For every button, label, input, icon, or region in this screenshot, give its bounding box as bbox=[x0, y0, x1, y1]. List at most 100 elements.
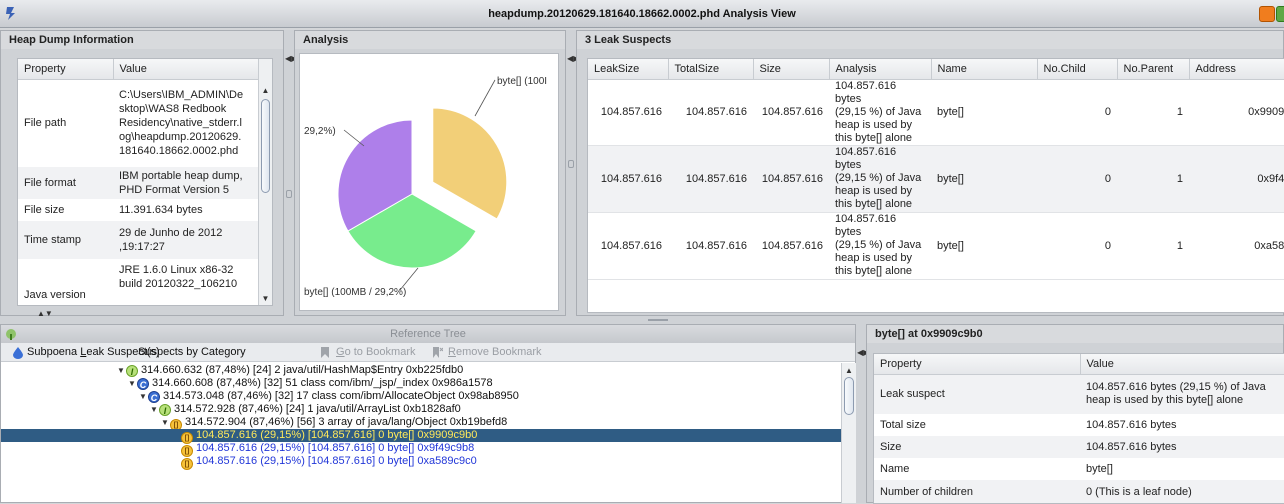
value-line: Residency\native_stderr.l bbox=[119, 117, 242, 130]
table-row[interactable]: Name byte[] bbox=[874, 458, 1284, 480]
expanded-arrow-icon[interactable]: ▼ bbox=[117, 364, 126, 377]
table-row[interactable]: Time stamp 29 de Junho de 2012 ,19:17:27 bbox=[18, 221, 272, 259]
table-row[interactable]: 104.857.616 104.857.616 104.857.616 104.857… bbox=[588, 212, 1284, 279]
table-row[interactable]: File size 11.391.634 bytes bbox=[18, 199, 272, 221]
pie-label-leader bbox=[474, 79, 496, 117]
scroll-up-icon[interactable]: ▲ bbox=[842, 365, 856, 377]
leak-size-cell: 104.857.616 bbox=[600, 172, 662, 185]
tree-node[interactable]: ▼[] 314.572.904 (87,46%) [56] 3 array of … bbox=[1, 416, 841, 431]
heap-info-scrollbar[interactable]: ▲ ▼ bbox=[258, 59, 272, 305]
tree-node[interactable]: ▼ C 314.660.608 (87,48%) [32] 51 class com… bbox=[1, 377, 841, 390]
expanded-arrow-icon[interactable]: ▼ bbox=[128, 377, 137, 390]
panel-title: Analysis bbox=[295, 31, 565, 49]
horizontal-splitter[interactable] bbox=[0, 316, 1284, 324]
analysis-cell: 104.857.616 bytes (29,15 %) of Java heap i… bbox=[829, 212, 931, 279]
scroll-down-icon[interactable]: ▼ bbox=[259, 293, 272, 305]
value-line: (cut off) bbox=[119, 291, 266, 297]
tree-icon bbox=[6, 329, 16, 340]
splitter-grip-icon[interactable] bbox=[648, 319, 668, 321]
scroll-thumb[interactable] bbox=[844, 377, 854, 415]
value-cell: 11.391.634 bytes bbox=[113, 199, 272, 221]
table-row[interactable]: Total size 104.857.616 bytes bbox=[874, 414, 1284, 436]
go-to-bookmark-button[interactable]: Go to Bookmark bbox=[336, 343, 415, 361]
property-cell: Number of children bbox=[880, 486, 973, 498]
column-header[interactable]: No.Child bbox=[1037, 59, 1118, 80]
table-row[interactable]: Size 104.857.616 bytes bbox=[874, 436, 1284, 458]
value-cell: C:\Users\IBM_ADMIN\De sktop\WAS8 Redbook R… bbox=[113, 79, 272, 167]
total-size-cell: 104.857.616 bbox=[685, 239, 747, 252]
child-count-cell: 0 bbox=[1104, 106, 1111, 118]
vertical-splitter[interactable]: ◀▶ bbox=[284, 30, 297, 316]
pie-label-leader bbox=[343, 129, 365, 147]
column-header[interactable]: Size bbox=[753, 59, 830, 80]
array-object-icon: [] bbox=[181, 458, 193, 470]
reference-tree-panel: Reference Tree Subpoena Leak Suspect(s) … bbox=[0, 324, 856, 503]
column-header[interactable]: Address bbox=[1189, 59, 1284, 80]
pie-slice[interactable] bbox=[432, 107, 508, 220]
label: Subpoena bbox=[27, 346, 81, 358]
tree-node[interactable]: ▼ C 314.573.048 (87,46%) [32] 17 class com… bbox=[1, 390, 841, 403]
heap-info-table-frame: Property Value File path C:\Users\IBM_ADM… bbox=[17, 58, 273, 306]
reference-tree: ▼ I 314.660.632 (87,48%) [24] 2 java/util/… bbox=[1, 363, 841, 503]
splitter-grip-icon[interactable] bbox=[286, 190, 292, 198]
expanded-arrow-icon[interactable]: ▼ bbox=[161, 416, 170, 429]
value-line: byte[] bbox=[1086, 462, 1113, 475]
heap-info-table: Property Value File path C:\Users\IBM_ADM… bbox=[18, 59, 272, 301]
column-header-value[interactable]: Value bbox=[113, 59, 272, 80]
column-header[interactable]: Analysis bbox=[829, 59, 932, 80]
property-cell: File format bbox=[24, 177, 76, 189]
size-cell: 104.857.616 bbox=[761, 172, 823, 185]
vertical-splitter[interactable]: ◀▶ bbox=[566, 30, 579, 316]
tree-node[interactable]: [] 104.857.616 (29,15%) [104.857.616] 0 b… bbox=[1, 429, 841, 444]
child-count-cell: 0 bbox=[1104, 172, 1111, 185]
table-row[interactable]: 104.857.616 104.857.616 104.857.616 104.857… bbox=[588, 79, 1284, 145]
value-cell: 104.857.616 bytes (29,15 %) of Java heap … bbox=[1080, 374, 1284, 414]
value-line: sktop\WAS8 Redbook bbox=[119, 103, 227, 116]
table-row[interactable]: File format IBM portable heap dump, PHD Fo… bbox=[18, 167, 272, 199]
table-row[interactable]: Java version JRE 1.6.0 Linux x86-32 build … bbox=[18, 259, 272, 301]
table-row[interactable]: File path C:\Users\IBM_ADMIN\De sktop\WAS8… bbox=[18, 79, 272, 167]
column-header[interactable]: Name bbox=[931, 59, 1038, 80]
tree-toolbar: Subpoena Leak Suspect(s) Suspects by Cat… bbox=[1, 343, 855, 362]
tree-node[interactable]: ▼ I 314.660.632 (87,48%) [24] 2 java/util/… bbox=[1, 364, 841, 377]
value-line: 181640.18662.0002.phd bbox=[119, 145, 239, 158]
remove-bookmark-button[interactable]: Remove Bookmark bbox=[448, 343, 542, 361]
tree-node[interactable]: [] 104.857.616 (29,15%) [104.857.616] 0 b… bbox=[1, 455, 841, 470]
address-cell: 0x9909c9b bbox=[1248, 106, 1284, 118]
tree-node[interactable]: ▼ I 314.572.928 (87,46%) [24] 1 java/util/… bbox=[1, 403, 841, 416]
scroll-up-icon[interactable]: ▲ bbox=[259, 85, 272, 97]
tree-scrollbar[interactable]: ▲ bbox=[841, 363, 856, 503]
expanded-arrow-icon[interactable]: ▼ bbox=[150, 403, 159, 416]
name-cell: byte[] bbox=[937, 106, 964, 118]
table-row[interactable]: 104.857.616 104.857.616 104.857.616 104.857… bbox=[588, 145, 1284, 212]
column-header[interactable]: TotalSize bbox=[668, 59, 754, 80]
value-line: 104.857.616 bytes (29,15 %) of Java bbox=[1086, 381, 1266, 394]
column-header-value[interactable]: Value bbox=[1080, 354, 1284, 375]
value-cell: 29 de Junho de 2012 ,19:17:27 bbox=[113, 221, 272, 259]
maximize-button[interactable] bbox=[1276, 6, 1284, 22]
table-row[interactable]: Number of children 0 (This is a leaf node… bbox=[874, 480, 1284, 503]
table-row[interactable]: Leak suspect 104.857.616 bytes (29,15 %) … bbox=[874, 374, 1284, 414]
name-cell: byte[] bbox=[937, 239, 964, 252]
suspects-by-category-button[interactable]: Suspects by Category bbox=[138, 343, 246, 361]
value-line: C:\Users\IBM_ADMIN\De bbox=[119, 89, 244, 102]
scroll-thumb[interactable] bbox=[261, 99, 270, 193]
tree-node[interactable]: [] 104.857.616 (29,15%) [104.857.616] 0 b… bbox=[1, 442, 841, 457]
leak-suspects-table: LeakSize TotalSize Size Analysis Name No.Chil… bbox=[588, 59, 1284, 280]
panel-title: Reference Tree bbox=[1, 325, 855, 343]
label: emove Bookmark bbox=[455, 346, 542, 358]
analysis-panel: Analysis byte[] (100I byte[] (100MB / 29,… bbox=[294, 30, 566, 316]
column-header-property[interactable]: Property bbox=[874, 354, 1081, 375]
minimize-button[interactable] bbox=[1259, 6, 1275, 22]
value-line: heap is used by this byte[] alone bbox=[1086, 394, 1244, 407]
expanded-arrow-icon[interactable]: ▼ bbox=[139, 390, 148, 403]
splitter-grip-icon[interactable] bbox=[568, 160, 574, 168]
column-header[interactable]: No.Parent bbox=[1117, 59, 1190, 80]
tree-node-label: 314.573.048 (87,46%) [32] 17 class com/i… bbox=[163, 390, 519, 402]
property-cell: Size bbox=[880, 441, 902, 453]
column-header[interactable]: LeakSize bbox=[588, 59, 669, 80]
total-size-cell: 104.857.616 bbox=[685, 106, 747, 118]
property-cell: Leak suspect bbox=[880, 388, 945, 401]
vertical-splitter[interactable]: ◀▶ bbox=[856, 324, 869, 503]
column-header-property[interactable]: Property bbox=[18, 59, 114, 80]
